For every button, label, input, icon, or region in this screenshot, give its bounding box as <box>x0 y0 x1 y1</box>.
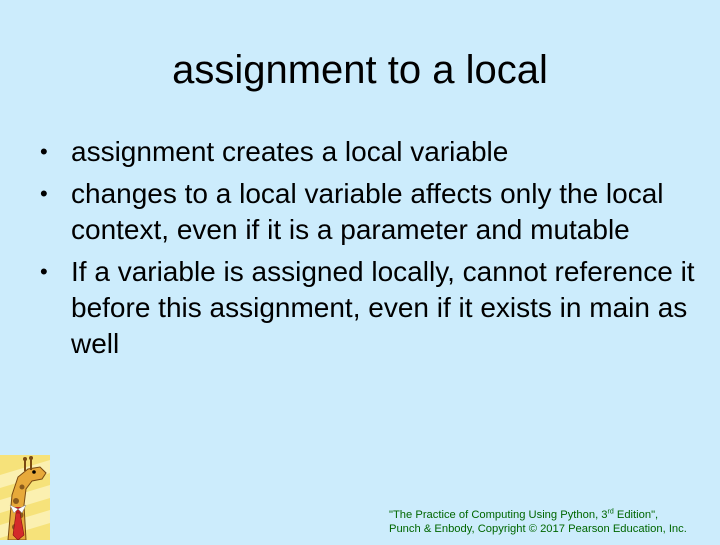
footer-citation: "The Practice of Computing Using Python,… <box>389 508 687 536</box>
bullet-marker: • <box>40 139 48 164</box>
bullet-item: • If a variable is assigned locally, can… <box>40 254 700 362</box>
bullet-item: • assignment creates a local variable <box>40 134 700 170</box>
bullet-text: assignment creates a local variable <box>71 136 509 167</box>
giraffe-logo-icon <box>0 455 50 541</box>
footer-line-1-start: "The Practice of Computing Using Python,… <box>389 509 608 521</box>
slide-title: assignment to a local <box>172 48 548 92</box>
bullet-item: • changes to a local variable affects on… <box>40 176 700 248</box>
bullet-marker: • <box>40 181 48 206</box>
bullet-marker: • <box>40 259 48 284</box>
footer-line-1-end: Edition", <box>613 509 659 521</box>
bullet-text: If a variable is assigned locally, canno… <box>71 256 695 359</box>
slide: assignment to a local • assignment creat… <box>0 0 720 541</box>
footer-line-1: "The Practice of Computing Using Python,… <box>389 508 687 522</box>
bullet-text: changes to a local variable affects only… <box>71 178 664 245</box>
bullet-list: • assignment creates a local variable • … <box>40 134 700 368</box>
footer-line-2: Punch & Enbody, Copyright © 2017 Pearson… <box>389 523 687 535</box>
